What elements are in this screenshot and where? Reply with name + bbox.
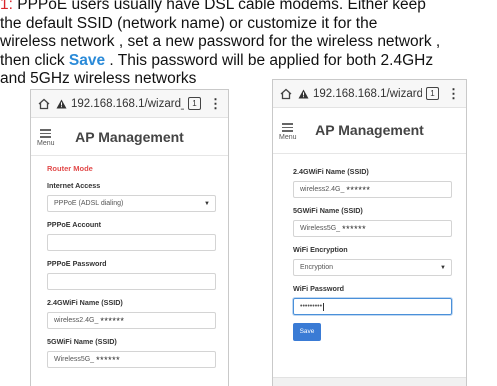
page-title: AP Management [315,122,424,138]
instruction-line-4-after: . This password will be applied for both… [105,51,434,69]
step-number: 1: [0,0,13,13]
chevron-down-icon: ▼ [440,264,446,271]
left-phone-screenshot: 192.168.168.1/wizard_ 1 ⋮ Menu AP Manage… [30,89,229,386]
section-title: Router Mode [47,164,93,173]
home-icon[interactable] [279,87,293,101]
pppoe-account-input[interactable] [47,234,216,251]
more-icon[interactable]: ⋮ [209,97,222,110]
tabs-icon[interactable]: 1 [426,87,439,100]
instruction-line-1: 1: PPPoE users usually have DSL cable mo… [0,0,497,15]
ssid-5g-prefix: Wireless5G_ [300,225,341,232]
internet-access-select[interactable]: PPPoE (ADSL dialing) ▼ [47,195,216,212]
save-button[interactable]: Save [293,323,321,341]
url-text[interactable]: 192.168.168.1/wizard_ [313,88,422,100]
wifi-encryption-select[interactable]: Encryption ▼ [293,259,452,276]
pppoe-password-label: PPPoE Password [47,259,107,268]
ssid-5g-prefix: Wireless5G_ [54,356,95,363]
wifi-password-label: WiFi Password [293,284,345,293]
page-title: AP Management [75,129,184,145]
ssid-24g-input[interactable]: wireless2.4G_ ****** [47,312,216,329]
instruction-line-3: wireless network , set a new password fo… [0,33,441,51]
pppoe-password-input[interactable] [47,273,216,290]
tabs-icon[interactable]: 1 [188,97,201,110]
ssid-24g-label: 2.4GWiFi Name (SSID) [293,167,369,176]
ssid-5g-label: 5GWiFi Name (SSID) [47,337,117,346]
browser-address-bar: 192.168.168.1/wizard_ 1 ⋮ [273,80,466,108]
instruction-line-2: the default SSID (network name) or custo… [0,14,378,32]
ssid-5g-input[interactable]: Wireless5G_ ****** [293,220,452,237]
ssid-24g-mask: ****** [346,184,371,195]
home-icon[interactable] [37,97,51,111]
ssid-24g-prefix: wireless2.4G_ [300,186,345,193]
text-caret [323,302,325,311]
router-settings-form: Router Mode Internet Access PPPoE (ADSL … [31,164,228,381]
wifi-encryption-value: Encryption [300,264,334,271]
instruction-line-4: then click Save . This password will be … [0,52,497,71]
internet-access-value: PPPoE (ADSL dialing) [54,200,124,207]
ssid-24g-prefix: wireless2.4G_ [54,317,99,324]
ssid-24g-label: 2.4GWiFi Name (SSID) [47,298,123,307]
browser-address-bar: 192.168.168.1/wizard_ 1 ⋮ [31,90,228,118]
wifi-encryption-label: WiFi Encryption [293,245,348,254]
internet-access-label: Internet Access [47,181,101,190]
wifi-settings-form: 2.4GWiFi Name (SSID) wireless2.4G_ *****… [273,167,466,341]
chevron-down-icon: ▼ [204,200,210,207]
more-icon[interactable]: ⋮ [447,87,460,100]
wifi-password-value: ••••••••• [300,303,323,310]
save-keyword: Save [68,51,106,69]
ssid-5g-input[interactable]: Wireless5G_ ****** [47,351,216,368]
ssid-5g-mask: ****** [342,223,367,234]
right-phone-screenshot: 192.168.168.1/wizard_ 1 ⋮ Menu AP Manage… [272,79,467,386]
wifi-password-input[interactable]: ••••••••• [293,298,452,315]
ssid-5g-mask: ****** [96,354,121,365]
bottom-bar [273,377,466,386]
instruction-text: 1: PPPoE users usually have DSL cable mo… [0,0,497,89]
pppoe-account-label: PPPoE Account [47,220,102,229]
instruction-line-1-text: PPPoE users usually have DSL cable modem… [12,0,426,13]
app-header: Menu AP Management [273,108,466,154]
warning-icon [298,89,309,99]
instruction-line-4-before: then click [0,51,69,69]
ssid-24g-mask: ****** [100,315,125,326]
warning-icon [56,99,67,109]
wifi-encryption-label-cut [47,376,216,381]
url-text[interactable]: 192.168.168.1/wizard_ [71,98,184,110]
ssid-24g-input[interactable]: wireless2.4G_ ****** [293,181,452,198]
ssid-5g-label: 5GWiFi Name (SSID) [293,206,363,215]
app-header: Menu AP Management [31,118,228,156]
